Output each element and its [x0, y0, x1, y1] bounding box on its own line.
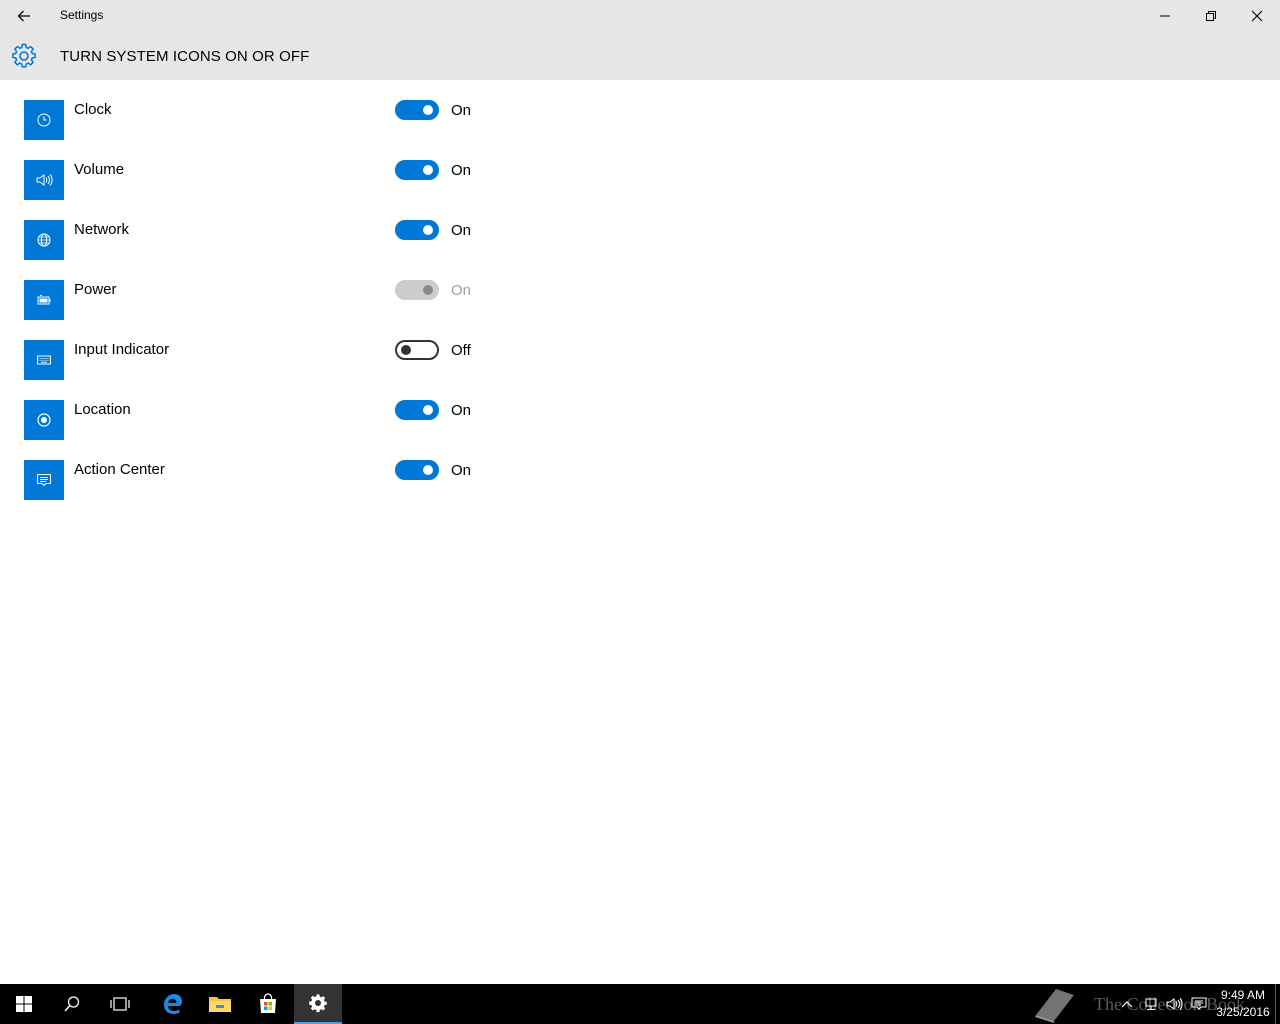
file-explorer-button[interactable] — [196, 984, 244, 1024]
location-icon — [37, 413, 51, 427]
settings-taskbar-button[interactable] — [294, 984, 342, 1024]
location-toggle[interactable] — [395, 400, 439, 420]
toggle-knob — [423, 465, 433, 475]
setting-row-volume: Volume On — [0, 140, 520, 200]
settings-gear-icon — [309, 994, 327, 1013]
taskbar-clock[interactable]: 9:49 AM 3/25/2016 — [1212, 987, 1274, 1021]
edge-icon — [164, 994, 182, 1014]
toggle-state: On — [451, 282, 472, 299]
tray-volume-button[interactable] — [1164, 984, 1186, 1024]
volume-tile — [24, 160, 64, 200]
input-indicator-tile — [24, 340, 64, 380]
setting-label: Location — [74, 401, 131, 418]
clock-tile — [24, 100, 64, 140]
toggle-state: Off — [451, 342, 471, 359]
back-button[interactable] — [8, 0, 40, 32]
book-logo-icon — [1035, 989, 1074, 1023]
close-icon — [1251, 10, 1263, 22]
setting-label: Action Center — [74, 461, 165, 478]
volume-icon — [1166, 998, 1183, 1010]
toggle-knob — [423, 285, 433, 295]
page-header: TURN SYSTEM ICONS ON OR OFF — [0, 32, 1280, 80]
power-toggle — [395, 280, 439, 300]
volume-icon — [36, 174, 53, 186]
task-view-icon — [110, 997, 130, 1011]
edge-button[interactable] — [148, 984, 196, 1024]
setting-row-location: Location On — [0, 380, 520, 440]
setting-label: Volume — [74, 161, 125, 178]
task-view-button[interactable] — [96, 984, 144, 1024]
app-title: Settings — [60, 8, 104, 22]
show-desktop-button[interactable] — [1275, 984, 1280, 1024]
network-globe-icon — [37, 233, 51, 247]
start-icon — [16, 996, 32, 1012]
show-hidden-icons-button[interactable] — [1118, 984, 1136, 1024]
input-indicator-toggle[interactable] — [395, 340, 439, 360]
keyboard-icon — [37, 355, 51, 365]
tray-network-button[interactable] — [1140, 984, 1162, 1024]
minimize-button[interactable] — [1142, 0, 1188, 32]
setting-label: Input Indicator — [74, 341, 170, 358]
volume-toggle[interactable] — [395, 160, 439, 180]
setting-row-input-indicator: Input Indicator Off — [0, 320, 520, 380]
title-bar: Settings — [0, 0, 1280, 32]
chevron-up-icon — [1121, 1001, 1133, 1008]
battery-icon — [37, 295, 51, 305]
network-icon — [1145, 998, 1157, 1010]
setting-label: Clock — [74, 101, 112, 118]
setting-row-clock: Clock On — [0, 80, 520, 140]
network-toggle[interactable] — [395, 220, 439, 240]
power-tile — [24, 280, 64, 320]
store-icon — [260, 993, 276, 1013]
start-button[interactable] — [0, 984, 48, 1024]
clock-date: 3/25/2016 — [1216, 1005, 1270, 1019]
tray-action-center-button[interactable] — [1188, 984, 1210, 1024]
location-tile — [24, 400, 64, 440]
store-button[interactable] — [244, 984, 292, 1024]
minimize-icon — [1160, 15, 1170, 17]
setting-label: Power — [74, 281, 117, 298]
toggle-knob — [423, 165, 433, 175]
search-icon — [64, 996, 80, 1012]
restore-button[interactable] — [1188, 0, 1234, 32]
toggle-knob — [423, 105, 433, 115]
toggle-knob — [423, 405, 433, 415]
clock-toggle[interactable] — [395, 100, 439, 120]
file-explorer-icon — [209, 997, 231, 1012]
toggle-state: On — [451, 462, 472, 479]
setting-row-action-center: Action Center On — [0, 440, 520, 500]
action-center-toggle[interactable] — [395, 460, 439, 480]
toggle-knob — [401, 345, 411, 355]
clock-icon — [37, 113, 51, 127]
setting-row-power: Power On — [0, 260, 520, 320]
toggle-knob — [423, 225, 433, 235]
taskbar: The Collection Book 9:49 AM 3/25/2016 — [0, 984, 1280, 1024]
close-button[interactable] — [1234, 0, 1280, 32]
action-center-tile — [24, 460, 64, 500]
action-center-icon — [1191, 997, 1207, 1010]
toggle-state: On — [451, 162, 472, 179]
toggle-state: On — [451, 222, 472, 239]
gear-icon — [12, 43, 36, 68]
page-title: TURN SYSTEM ICONS ON OR OFF — [60, 48, 310, 65]
back-arrow-icon — [17, 10, 30, 22]
clock-time: 9:49 AM — [1220, 988, 1266, 1002]
setting-label: Network — [74, 221, 130, 238]
network-tile — [24, 220, 64, 260]
toggle-state: On — [451, 102, 472, 119]
action-center-icon — [37, 474, 51, 487]
toggle-state: On — [451, 402, 472, 419]
search-button[interactable] — [48, 984, 96, 1024]
restore-icon — [1206, 11, 1216, 21]
setting-row-network: Network On — [0, 200, 520, 260]
